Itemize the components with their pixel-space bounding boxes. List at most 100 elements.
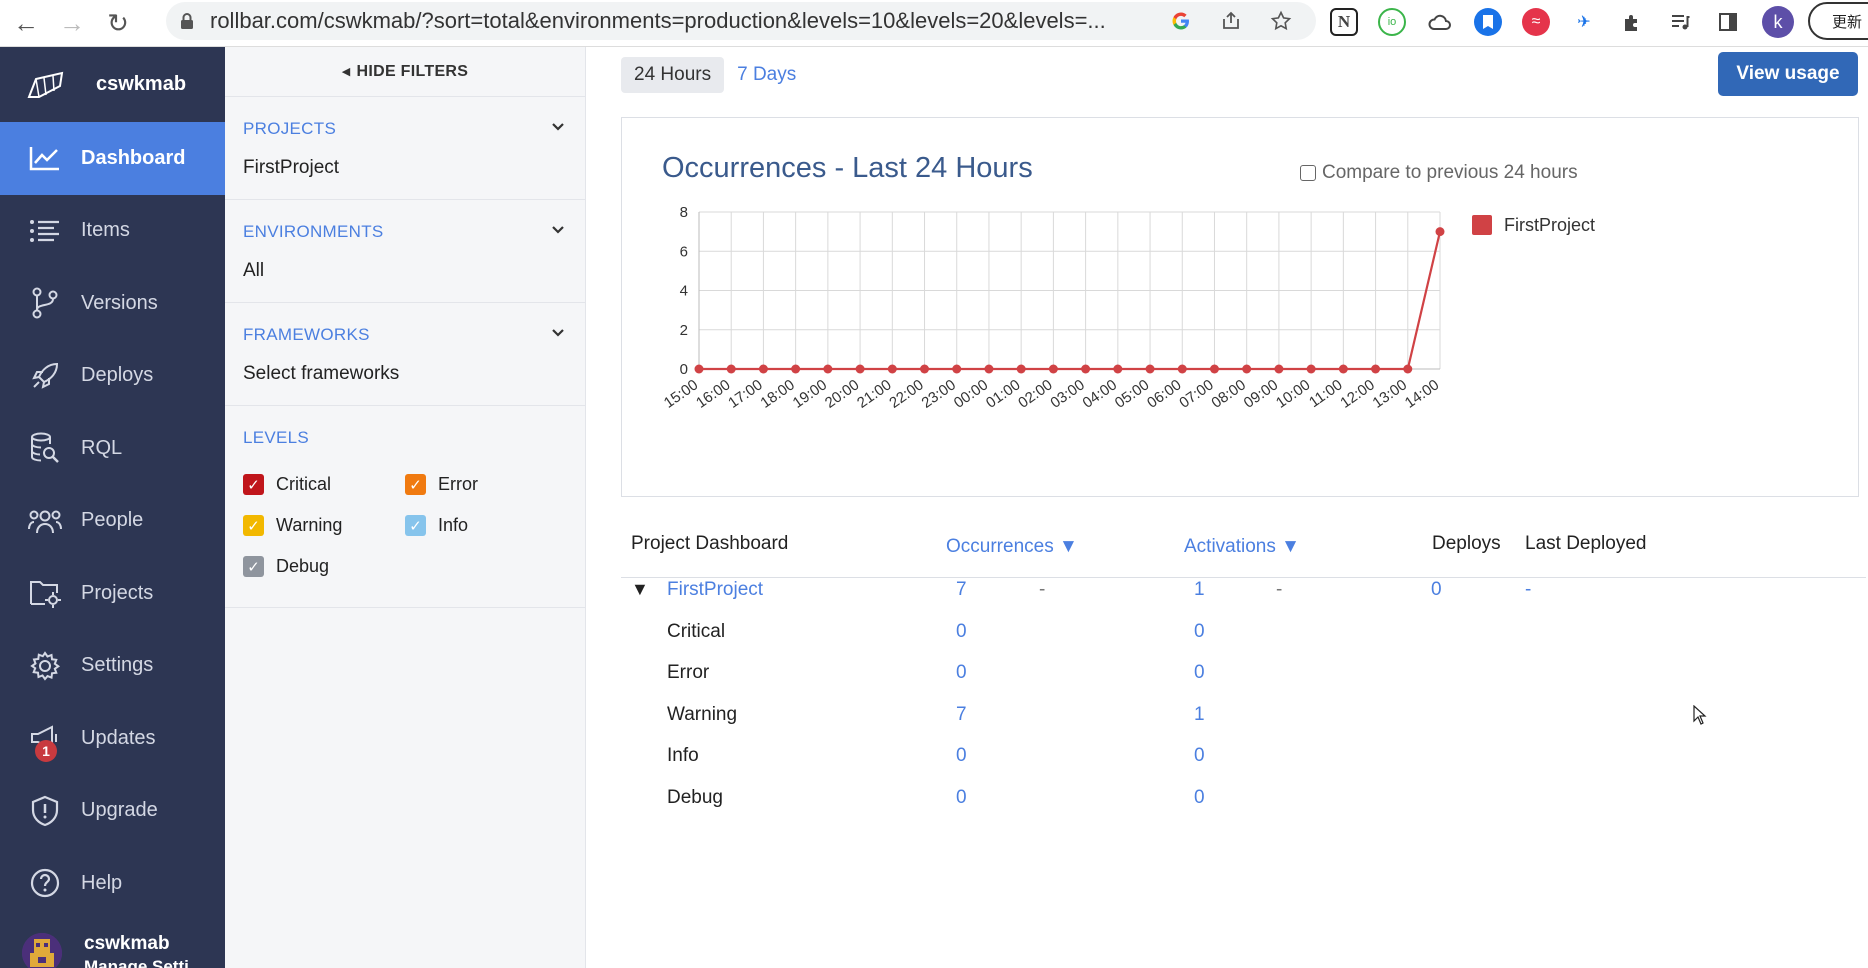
data-point — [1016, 364, 1026, 374]
project-deploys[interactable]: 0 — [1431, 579, 1442, 601]
y-tick-label: 2 — [680, 322, 688, 339]
sidebar-item-projects[interactable]: Projects — [0, 557, 225, 630]
chevron-down-icon[interactable] — [551, 222, 565, 240]
data-point — [1081, 364, 1091, 374]
x-tick-label: 03:00 — [1047, 376, 1088, 411]
hide-filters-button[interactable]: ◀ HIDE FILTERS — [225, 47, 585, 97]
forward-icon[interactable]: → — [52, 3, 92, 43]
view-usage-button[interactable]: View usage — [1718, 52, 1858, 96]
x-tick-label: 09:00 — [1241, 376, 1282, 411]
tab-24-hours[interactable]: 24 Hours — [621, 57, 725, 93]
sidebar-item-help[interactable]: Help — [0, 847, 225, 920]
projects-filter[interactable]: PROJECTS FirstProject — [225, 97, 585, 200]
sidebar-item-updates[interactable]: 1 Updates — [0, 702, 225, 775]
project-activations-change: - — [1276, 579, 1283, 600]
cloud-extension-icon[interactable] — [1426, 8, 1454, 36]
frameworks-value[interactable]: Select frameworks — [243, 363, 565, 405]
address-bar[interactable]: rollbar.com/cswkmab/?sort=total&environm… — [166, 2, 1316, 40]
x-tick-label: 01:00 — [983, 376, 1024, 411]
user-menu[interactable]: cswkmab Manage Setti — [0, 927, 225, 968]
col-occurrences-sort[interactable]: Occurrences ▼ — [946, 536, 1078, 558]
data-point — [1209, 364, 1219, 374]
sidebar-item-label: Dashboard — [81, 146, 186, 169]
level-row-activations[interactable]: 1 — [1194, 704, 1205, 726]
projects-value[interactable]: FirstProject — [243, 157, 565, 199]
data-point — [855, 364, 865, 374]
level-row-occurrences[interactable]: 0 — [956, 662, 967, 684]
notion-extension-icon[interactable]: N — [1330, 8, 1358, 36]
browser-update-button[interactable]: 更新 — [1808, 2, 1868, 40]
sidebar-item-label: Deploys — [81, 364, 154, 387]
level-checkbox-debug[interactable]: ✓ Debug — [243, 556, 405, 577]
chart-line-icon — [27, 140, 63, 176]
avatar — [22, 933, 62, 968]
level-row-occurrences[interactable]: 0 — [956, 745, 967, 767]
bookmark-extension-icon[interactable] — [1474, 8, 1502, 36]
side-panel-icon[interactable] — [1714, 8, 1742, 36]
lock-icon[interactable] — [180, 12, 198, 30]
checkbox-checked-icon[interactable]: ✓ — [243, 515, 264, 536]
level-checkbox-critical[interactable]: ✓ Critical — [243, 474, 405, 495]
chevron-down-icon[interactable] — [551, 119, 565, 137]
data-point — [726, 364, 736, 374]
sidebar-item-dashboard[interactable]: Dashboard — [0, 122, 225, 195]
project-link[interactable]: FirstProject — [667, 579, 763, 601]
reload-icon[interactable]: ↻ — [98, 3, 138, 43]
x-tick-label: 19:00 — [790, 376, 831, 411]
checkbox-checked-icon[interactable]: ✓ — [405, 474, 426, 495]
list-icon — [27, 213, 63, 249]
share-icon[interactable] — [1218, 8, 1244, 34]
level-label: Warning — [276, 515, 343, 535]
sidebar-item-people[interactable]: People — [0, 485, 225, 558]
collapse-toggle-icon[interactable]: ▼ — [631, 579, 649, 600]
occurrences-chart-card: Occurrences - Last 24 Hours Compare to p… — [621, 117, 1859, 497]
chevron-down-icon[interactable] — [551, 325, 565, 343]
sidebar-item-settings[interactable]: Settings — [0, 630, 225, 703]
translate-extension-icon[interactable]: ✈ — [1570, 8, 1598, 36]
level-row-occurrences[interactable]: 0 — [956, 787, 967, 809]
extensions-puzzle-icon[interactable] — [1618, 8, 1646, 36]
sidebar-item-upgrade[interactable]: Upgrade — [0, 775, 225, 848]
sidebar-item-deploys[interactable]: Deploys — [0, 340, 225, 413]
sidebar-item-items[interactable]: Items — [0, 195, 225, 268]
level-checkbox-error[interactable]: ✓ Error — [405, 474, 565, 495]
back-icon[interactable]: ← — [6, 3, 46, 43]
io-extension-icon[interactable]: io — [1378, 8, 1406, 36]
google-icon[interactable] — [1168, 8, 1194, 34]
checkbox-checked-icon[interactable]: ✓ — [243, 474, 264, 495]
bookmark-star-icon[interactable] — [1268, 8, 1294, 34]
x-tick-label: 16:00 — [693, 376, 734, 411]
checkbox-checked-icon[interactable]: ✓ — [405, 515, 426, 536]
environments-filter[interactable]: ENVIRONMENTS All — [225, 200, 585, 303]
tab-7-days[interactable]: 7 Days — [724, 57, 809, 93]
sidebar-item-rql[interactable]: RQL — [0, 412, 225, 485]
level-row-activations[interactable]: 0 — [1194, 621, 1205, 643]
level-row-activations[interactable]: 0 — [1194, 787, 1205, 809]
level-checkbox-warning[interactable]: ✓ Warning — [243, 515, 405, 536]
project-last-deployed[interactable]: - — [1525, 579, 1531, 601]
data-point — [1338, 364, 1348, 374]
frameworks-filter[interactable]: FRAMEWORKS Select frameworks — [225, 303, 585, 406]
data-point — [1371, 364, 1381, 374]
level-row-label: Warning — [667, 704, 738, 725]
sidebar-item-versions[interactable]: Versions — [0, 267, 225, 340]
profile-avatar[interactable]: k — [1762, 6, 1794, 38]
project-occurrences-change: - — [1039, 579, 1046, 600]
manage-settings-link[interactable]: Manage Setti — [84, 957, 189, 968]
level-row-occurrences[interactable]: 7 — [956, 704, 967, 726]
level-row-occurrences[interactable]: 0 — [956, 621, 967, 643]
data-point — [1113, 364, 1123, 374]
media-control-icon[interactable] — [1666, 8, 1694, 36]
browser-toolbar: ← → ↻ rollbar.com/cswkmab/?sort=total&en… — [0, 0, 1868, 47]
level-checkbox-info[interactable]: ✓ Info — [405, 515, 565, 536]
project-activations[interactable]: 1 — [1194, 579, 1205, 601]
checkbox-checked-icon[interactable]: ✓ — [243, 556, 264, 577]
account-switcher[interactable]: cswkmab — [0, 47, 225, 122]
level-row-activations[interactable]: 0 — [1194, 745, 1205, 767]
level-row-activations[interactable]: 0 — [1194, 662, 1205, 684]
col-activations-sort[interactable]: Activations ▼ — [1184, 536, 1300, 558]
environments-value[interactable]: All — [243, 260, 565, 302]
red-extension-icon[interactable]: ≈ — [1522, 8, 1550, 36]
project-occurrences[interactable]: 7 — [956, 579, 967, 601]
url-text[interactable]: rollbar.com/cswkmab/?sort=total&environm… — [210, 8, 1140, 34]
